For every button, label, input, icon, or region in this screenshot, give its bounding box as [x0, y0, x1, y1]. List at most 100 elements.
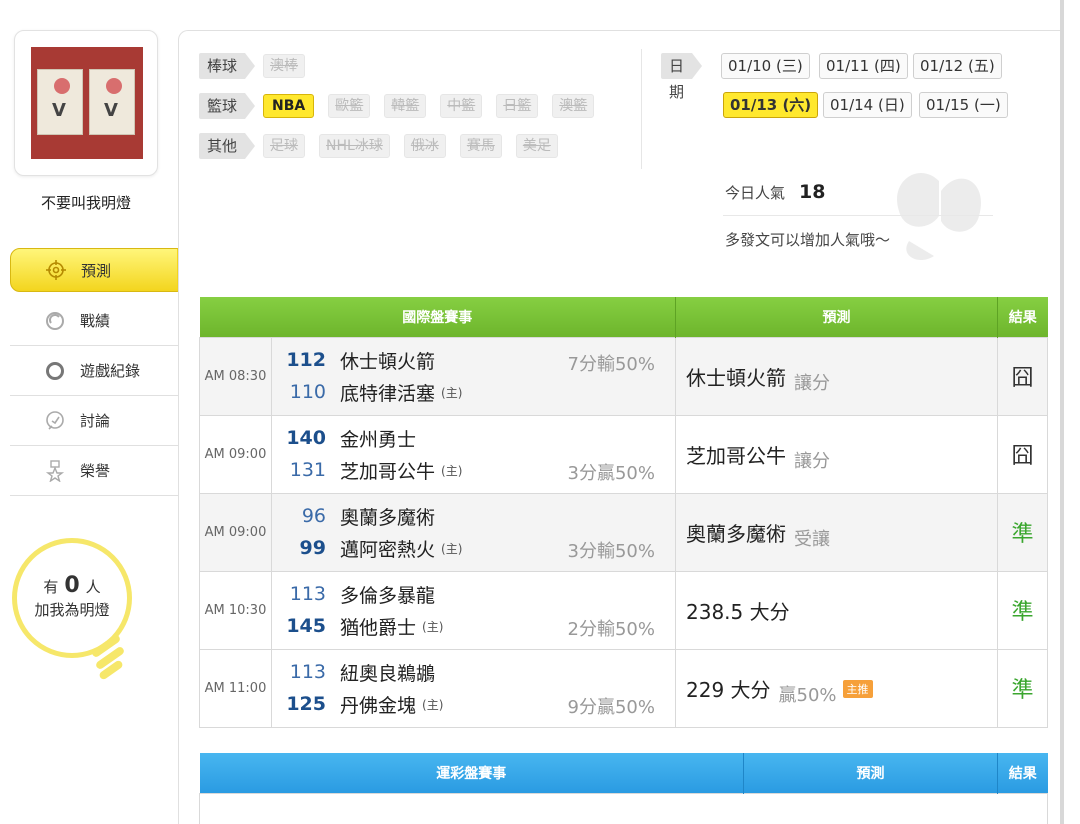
home-mark: (主): [422, 697, 444, 712]
home-score: 110: [289, 381, 326, 403]
home-team: 丹佛金塊: [340, 694, 417, 717]
category-option[interactable]: 中籃: [440, 94, 483, 118]
window-edge: [1060, 0, 1064, 824]
sidebar-item-label: 遊戲紀錄: [80, 362, 141, 380]
prediction-pick: 休士頓火箭: [686, 365, 786, 390]
category-option[interactable]: 足球: [263, 134, 306, 158]
away-team: 休士頓火箭: [340, 350, 436, 373]
category-option[interactable]: 澳棒: [263, 54, 306, 78]
result-cell: 準: [997, 492, 1048, 572]
prediction-type: 讓分: [794, 372, 830, 394]
prediction-cell: 229 大分 贏50% 主推: [675, 648, 998, 728]
match-cell: 112 休士頓火箭 110 底特律活塞 (主) 7分輸50%: [271, 336, 676, 416]
header-result: 結果: [997, 297, 1048, 337]
prediction-pick: 238.5 大分: [686, 599, 790, 624]
home-team: 猶他爵士: [340, 616, 417, 639]
prediction-cell: 芝加哥公牛 讓分: [675, 414, 998, 494]
sidebar-item-discuss[interactable]: 討論: [10, 396, 178, 446]
category-row-baseball: 棒球 澳棒: [199, 53, 319, 79]
prediction-cell: 休士頓火箭 讓分: [675, 336, 998, 416]
category-option[interactable]: 賽馬: [459, 134, 502, 158]
category-option[interactable]: 歐籃: [328, 94, 371, 118]
away-team: 紐奧良鵜鶘: [340, 662, 436, 685]
away-team: 金州勇士: [340, 428, 417, 451]
table-row: [199, 792, 1048, 824]
category-option[interactable]: NHL冰球: [319, 134, 390, 158]
prediction-type: 受讓: [794, 528, 830, 550]
category-option[interactable]: 俄冰: [403, 134, 446, 158]
category-row-basketball: 籃球 NBA 歐籃 韓籃 中籃 日籃 澳籃: [199, 93, 608, 119]
target-icon: [45, 259, 67, 281]
date-label: 日期: [661, 53, 703, 101]
game-time: AM 09:00: [199, 414, 272, 494]
intl-predictions-table: 國際盤賽事 預測 結果 AM 08:30 112 休士頓火箭 110 底特律活塞 (主…: [199, 297, 1048, 728]
sidebar-item-record[interactable]: 戰績: [10, 296, 178, 346]
prediction-type: 讓分: [794, 450, 830, 472]
prediction-pick: 奧蘭多魔術: [686, 521, 786, 546]
category-option-selected[interactable]: NBA: [263, 94, 315, 118]
category-option[interactable]: 澳籃: [552, 94, 595, 118]
table-header-row: 國際盤賽事 預測 結果: [199, 297, 1048, 337]
date-option-selected[interactable]: 01/13 (六): [723, 92, 819, 118]
date-option[interactable]: 01/10 (三): [721, 53, 810, 79]
category-option[interactable]: 日籃: [496, 94, 539, 118]
table-row: AM 10:30 113 多倫多暴龍 145 猶他爵士 (主) 2分輸50% 238.…: [199, 570, 1048, 650]
popularity: 今日人氣 18: [725, 181, 825, 203]
category-label-other: 其他: [199, 133, 256, 159]
header-result: 結果: [997, 753, 1048, 793]
bulb-base-icon: [92, 636, 124, 680]
date-option[interactable]: 01/15 (一): [919, 92, 1008, 118]
game-time: AM 11:00: [199, 648, 272, 728]
spread-result: 3分輸50%: [567, 540, 655, 562]
away-team-line: 140 金州勇士: [286, 422, 661, 454]
result-cell: 準: [997, 648, 1048, 728]
match-cell: 96 奧蘭多魔術 99 邁阿密熱火 (主) 3分輸50%: [271, 492, 676, 572]
table-row: AM 11:00 113 紐奧良鵜鶘 125 丹佛金塊 (主) 9分贏50% 229 …: [199, 648, 1048, 728]
sidebar-item-honor[interactable]: 榮譽: [10, 446, 178, 496]
sidebar-item-predict[interactable]: 預測: [10, 248, 189, 292]
follow-me-label[interactable]: 加我為明燈: [17, 599, 127, 620]
avatar[interactable]: V V: [31, 47, 143, 159]
sidebar-item-game-log[interactable]: 遊戲紀錄: [10, 346, 178, 396]
home-team-line: 110 底特律活塞 (主): [286, 376, 661, 408]
home-score: 125: [286, 693, 326, 715]
match-cell: 113 多倫多暴龍 145 猶他爵士 (主) 2分輸50%: [271, 570, 676, 650]
header-match: 國際盤賽事: [199, 297, 676, 337]
popularity-label: 今日人氣: [725, 184, 786, 202]
table-row: AM 09:00 140 金州勇士 131 芝加哥公牛 (主) 3分贏50% 芝加哥公…: [199, 414, 1048, 494]
date-option[interactable]: 01/11 (四): [819, 53, 908, 79]
popularity-value: 18: [799, 181, 826, 203]
result-cell: 囧: [997, 414, 1048, 494]
away-team-line: 113 多倫多暴龍: [286, 578, 661, 610]
home-team: 芝加哥公牛: [340, 460, 436, 483]
home-team: 底特律活塞: [340, 382, 436, 405]
spread-result: 2分輸50%: [567, 618, 655, 640]
category-option[interactable]: 美足: [515, 134, 558, 158]
away-score: 113: [289, 661, 326, 683]
home-score: 131: [289, 459, 326, 481]
sidebar-nav: 預測 戰績 遊戲紀錄 討論 榮譽: [10, 248, 189, 496]
header-predict: 預測: [675, 297, 998, 337]
discuss-icon: [44, 410, 66, 432]
medal-icon: [44, 459, 66, 482]
circle-icon: [44, 360, 66, 382]
spread-result: 7分輸50%: [567, 353, 655, 375]
away-team-line: 113 紐奧良鵜鶘: [286, 656, 661, 688]
home-team: 邁阿密熱火: [340, 538, 436, 561]
away-score: 96: [301, 505, 326, 527]
home-mark: (主): [441, 541, 463, 556]
away-score: 113: [289, 583, 326, 605]
date-option[interactable]: 01/12 (五): [913, 53, 1002, 79]
date-option[interactable]: 01/14 (日): [823, 92, 912, 118]
match-cell: 113 紐奧良鵜鶘 125 丹佛金塊 (主) 9分贏50%: [271, 648, 676, 728]
featured-badge: 主推: [842, 679, 873, 698]
prediction-type: 贏50%: [778, 684, 837, 706]
prediction-pick: 芝加哥公牛: [686, 443, 786, 468]
empty-cell: [199, 792, 1048, 824]
game-time: AM 08:30: [199, 336, 272, 416]
home-mark: (主): [441, 385, 463, 400]
popularity-tip: 多發文可以增加人氣哦～: [725, 231, 891, 249]
category-option[interactable]: 韓籃: [384, 94, 427, 118]
header-match: 運彩盤賽事: [199, 753, 744, 793]
prediction-pick: 229 大分: [686, 677, 771, 702]
